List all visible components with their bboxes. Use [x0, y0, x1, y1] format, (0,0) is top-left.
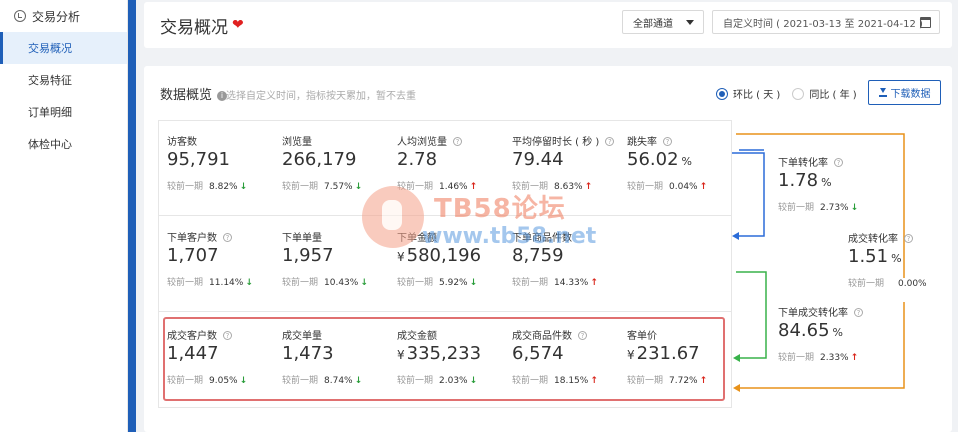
- funnel-connectors: [732, 133, 905, 392]
- funnel-value: 84.65: [778, 320, 830, 341]
- help-icon[interactable]: ?: [904, 234, 913, 243]
- help-icon[interactable]: ?: [854, 308, 863, 317]
- heart-icon: ❤: [232, 17, 244, 33]
- funnel-value: 1.51: [848, 246, 889, 267]
- funnel-line-green: [736, 271, 767, 359]
- funnel-change: 2.33%: [820, 353, 849, 363]
- arrow-up-icon: ↑: [850, 353, 859, 363]
- channel-select[interactable]: 全部通道: [622, 10, 704, 34]
- page-header: 交易概况 ❤ 全部通道 自定义时间 ( 2021-03-13 至 2021-04…: [144, 2, 952, 48]
- funnel-line-blue: [732, 152, 765, 237]
- funnel-label: 下单成交转化率: [778, 308, 848, 319]
- arrow-head-blue: [732, 232, 739, 240]
- arrow-head-green: [733, 354, 740, 362]
- funnel-change: 2.73%: [820, 203, 849, 213]
- compare-label: 较前一期: [778, 353, 815, 363]
- funnel-unit: %: [891, 252, 902, 265]
- sidebar: 交易分析 交易概况 交易特征 订单明细 体检中心: [0, 0, 128, 432]
- funnel-unit: %: [821, 176, 832, 189]
- analysis-icon: [14, 10, 26, 22]
- sidebar-edge-bar: [128, 0, 136, 432]
- arrow-head-orange: [733, 384, 740, 392]
- overview-card: 数据概览 i 选择自定义时间，指标按天累加，暂不去重 环比 ( 天 ) 同比 ( …: [144, 66, 952, 432]
- funnel-unit: %: [832, 326, 843, 339]
- sidebar-item-features[interactable]: 交易特征: [0, 64, 127, 96]
- funnel-deal-conversion: 成交转化率? 1.51% 较前一期 0.00%: [848, 230, 958, 289]
- compare-label: 较前一期: [778, 203, 815, 213]
- help-icon[interactable]: ?: [834, 158, 843, 167]
- calendar-icon: [920, 17, 931, 28]
- channel-select-value: 全部通道: [633, 18, 673, 30]
- caret-down-icon: [686, 20, 694, 25]
- sidebar-header[interactable]: 交易分析: [0, 0, 127, 32]
- funnel-change: 0.00%: [898, 279, 927, 289]
- funnel-label: 成交转化率: [848, 234, 898, 245]
- arrow-down-icon: ↓: [850, 203, 859, 213]
- sidebar-item-overview[interactable]: 交易概况: [0, 32, 127, 64]
- sidebar-item-checkup[interactable]: 体检中心: [0, 128, 127, 160]
- funnel-value: 1.78: [778, 170, 819, 191]
- sidebar-item-orders[interactable]: 订单明细: [0, 96, 127, 128]
- funnel-order-conversion: 下单转化率? 1.78% 较前一期 2.73% ↓: [778, 154, 898, 213]
- compare-label: 较前一期: [848, 279, 885, 289]
- page-title: 交易概况: [160, 17, 228, 38]
- sidebar-header-label: 交易分析: [32, 9, 81, 24]
- funnel-label: 下单转化率: [778, 158, 828, 169]
- funnel-order-deal-conversion: 下单成交转化率? 84.65% 较前一期 2.33% ↑: [778, 304, 898, 363]
- date-range-value: 自定义时间 ( 2021-03-13 至 2021-04-12 ): [723, 18, 923, 30]
- date-range-picker[interactable]: 自定义时间 ( 2021-03-13 至 2021-04-12 ): [712, 10, 940, 34]
